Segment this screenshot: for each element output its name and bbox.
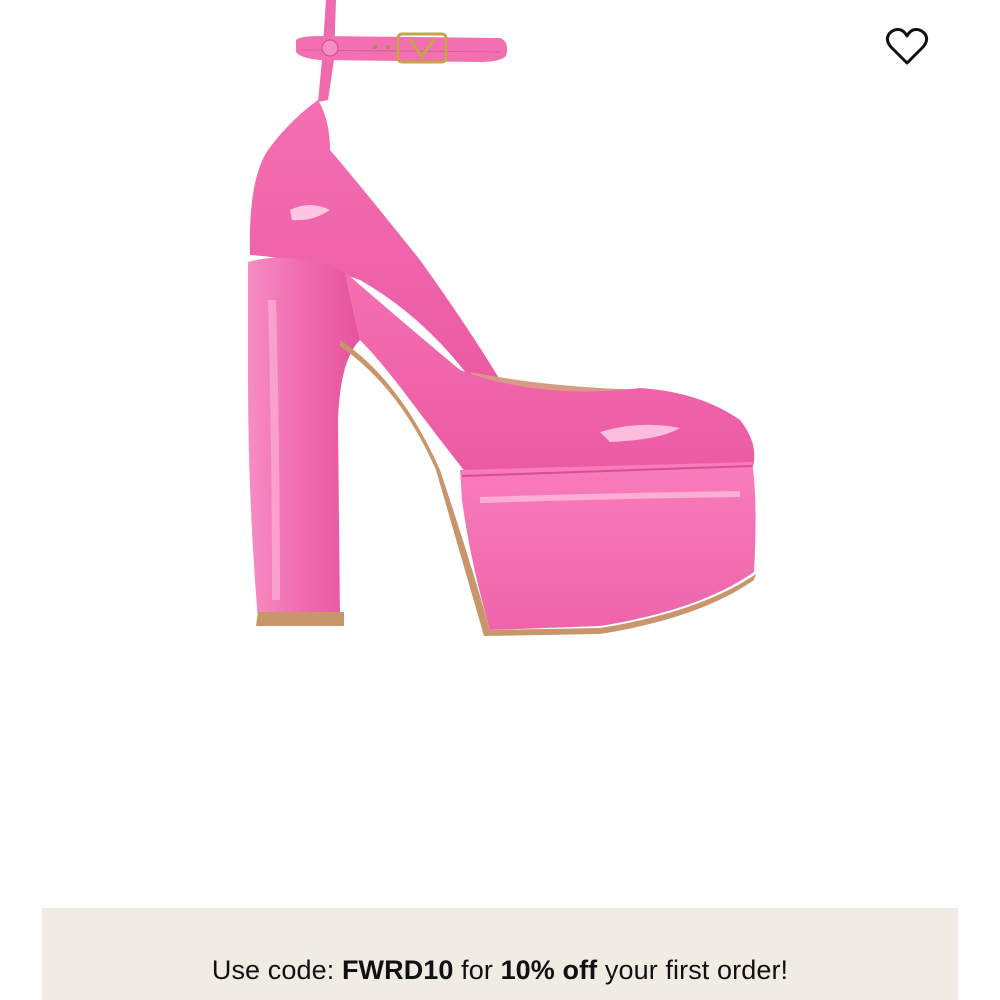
promo-banner[interactable]: Use code: FWRD10 for 10% off your first … — [42, 908, 958, 1000]
wishlist-button[interactable] — [882, 22, 932, 72]
promo-code: FWRD10 — [341, 955, 454, 985]
promo-discount: 10% off — [500, 955, 598, 985]
promo-middle: for — [453, 955, 501, 985]
heart-outline-icon — [885, 28, 929, 65]
promo-prefix: Use code: — [211, 955, 342, 985]
promo-suffix: your first order! — [597, 955, 789, 985]
product-image[interactable] — [0, 0, 1000, 900]
product-page: Use code: FWRD10 for 10% off your first … — [0, 0, 1000, 1000]
pink-platform-pump-image — [248, 0, 756, 636]
